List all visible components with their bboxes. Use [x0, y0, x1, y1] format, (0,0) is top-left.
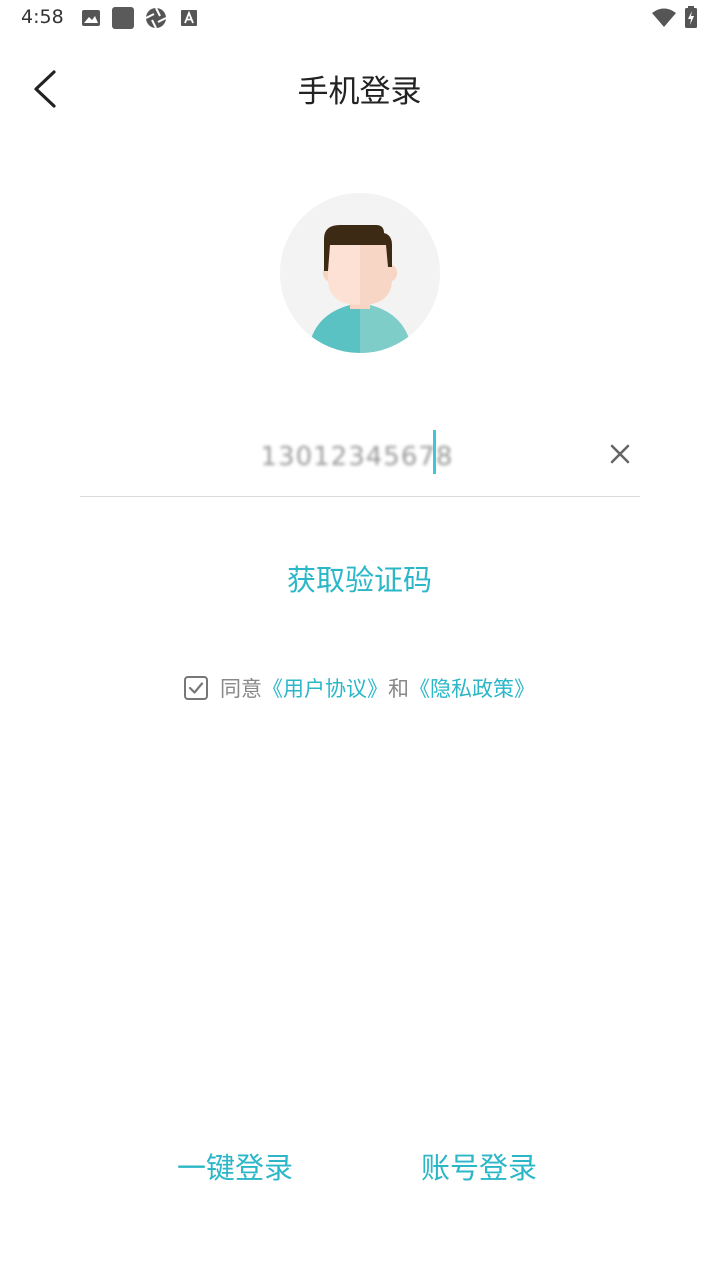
- one-click-login-button[interactable]: 一键登录: [177, 1145, 293, 1187]
- agreement-row: 同意 《用户协议》 和 《隐私政策》: [0, 673, 719, 703]
- user-agreement-link[interactable]: 《用户协议》: [262, 673, 388, 703]
- aperture-icon: [145, 7, 167, 29]
- battery-icon: [685, 6, 697, 28]
- image-icon: [82, 10, 100, 26]
- font-a-icon: [181, 10, 197, 26]
- agreement-checkbox[interactable]: [184, 676, 208, 700]
- account-login-button[interactable]: 账号登录: [421, 1145, 537, 1187]
- text-caret: [433, 430, 436, 474]
- page-title: 手机登录: [297, 74, 422, 110]
- phone-input-row: [80, 420, 640, 497]
- get-verification-code-button[interactable]: 获取验证码: [0, 557, 719, 599]
- agreement-prefix: 同意: [220, 677, 262, 701]
- agreement-conjunction: 和: [388, 677, 409, 701]
- status-time: 4:58: [21, 6, 64, 28]
- clear-button[interactable]: [608, 442, 632, 466]
- privacy-policy-link[interactable]: 《隐私政策》: [409, 673, 535, 703]
- avatar: [280, 193, 440, 353]
- status-bar: 4:58: [0, 0, 719, 36]
- close-icon: [610, 444, 630, 464]
- wifi-icon: [652, 8, 676, 27]
- user-avatar-icon: [280, 193, 440, 353]
- app-square-icon: [112, 7, 134, 29]
- phone-number-input[interactable]: [120, 430, 594, 484]
